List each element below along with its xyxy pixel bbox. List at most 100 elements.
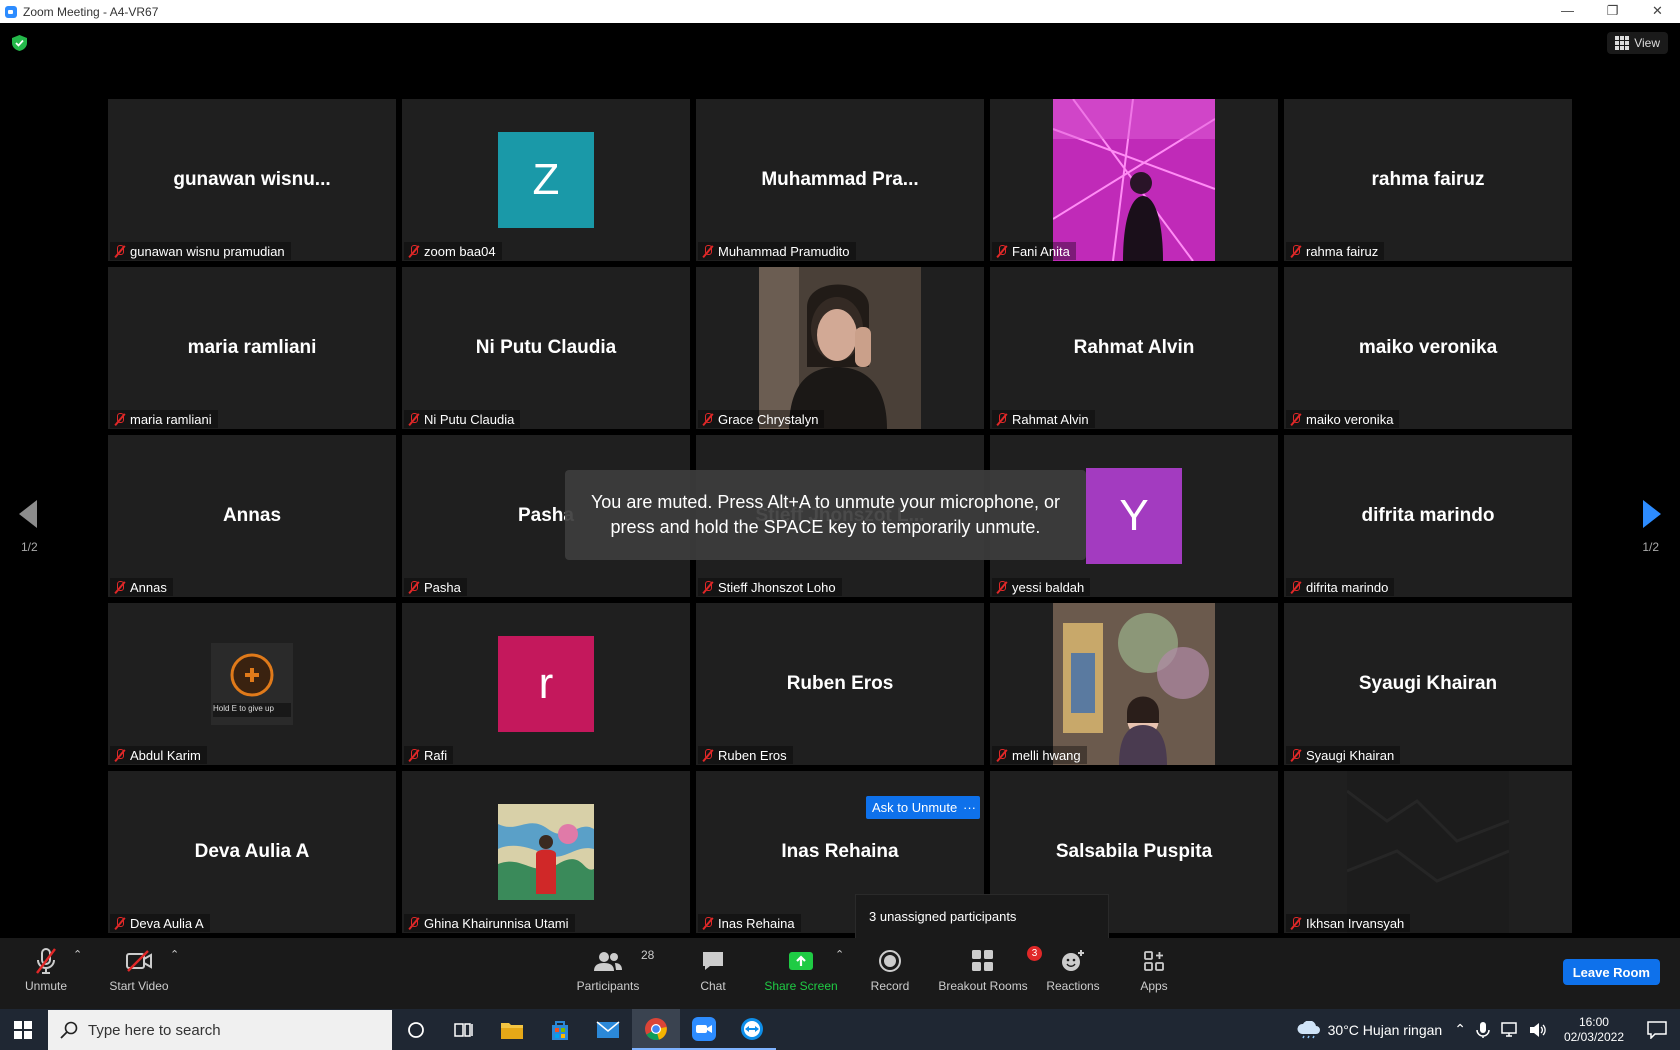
- weather-text[interactable]: 30°C Hujan ringan: [1328, 1022, 1443, 1038]
- unassigned-participants-tooltip[interactable]: 3 unassigned participants: [855, 894, 1109, 948]
- network-icon[interactable]: [1500, 1021, 1520, 1038]
- participant-name-text: Rahmat Alvin: [1012, 411, 1089, 427]
- record-icon: [879, 950, 901, 972]
- participant-name-label: Ni Putu Claudia: [404, 410, 521, 428]
- participant-tile-rafi[interactable]: r Rafi: [402, 603, 690, 765]
- ask-to-unmute-button[interactable]: Ask to Unmute: [866, 796, 964, 819]
- zoom-app-icon: [5, 5, 17, 18]
- encryption-shield-icon[interactable]: [12, 35, 27, 51]
- share-options-caret-icon[interactable]: ⌃: [835, 948, 844, 961]
- participant-tile-muhammad-pramudito[interactable]: Muhammad Pra... Muhammad Pramudito: [696, 99, 984, 261]
- participant-tile-syaugi-khairan[interactable]: Syaugi Khairan Syaugi Khairan: [1284, 603, 1572, 765]
- participant-name-label: yessi baldah: [992, 578, 1091, 596]
- muted-notification-text: You are muted. Press Alt+A to unmute you…: [590, 492, 1061, 537]
- participant-tile-rahmat-alvin[interactable]: Rahmat Alvin Rahmat Alvin: [990, 267, 1278, 429]
- participant-video: [759, 267, 921, 429]
- minimize-button[interactable]: —: [1545, 0, 1590, 23]
- share-screen-button[interactable]: Share Screen: [764, 946, 838, 993]
- taskbar-search-box[interactable]: Type here to search: [48, 1010, 392, 1050]
- taskbar-clock[interactable]: 16:00 02/03/2022: [1554, 1015, 1634, 1045]
- chat-icon: [703, 952, 723, 970]
- unassigned-text: 3 unassigned participants: [869, 909, 1017, 924]
- participant-name-label: Abdul Karim: [110, 746, 207, 764]
- participant-tile-grace-chrystalyn[interactable]: Grace Chrystalyn: [696, 267, 984, 429]
- participant-tile-gunawan-wisnu-pramudian[interactable]: gunawan wisnu... gunawan wisnu pramudian: [108, 99, 396, 261]
- teamviewer-button[interactable]: [728, 1009, 776, 1050]
- participant-tile-ruben-eros[interactable]: Ruben Eros Ruben Eros: [696, 603, 984, 765]
- windows-start-button[interactable]: [0, 1009, 46, 1050]
- participant-tile-maria-ramliani[interactable]: maria ramliani maria ramliani: [108, 267, 396, 429]
- microphone-icon[interactable]: [1476, 1021, 1490, 1039]
- muted-mic-icon: [996, 748, 1008, 762]
- start-video-button[interactable]: Start Video: [106, 946, 172, 993]
- cortana-button[interactable]: [392, 1009, 440, 1050]
- muted-mic-icon: [1290, 580, 1302, 594]
- muted-mic-icon: [1290, 244, 1302, 258]
- chrome-button[interactable]: [632, 1009, 680, 1050]
- previous-page-arrow-icon[interactable]: [19, 500, 37, 528]
- zoom-taskbar-button[interactable]: [680, 1009, 728, 1050]
- participant-name-label: Ghina Khairunnisa Utami: [404, 914, 575, 932]
- participant-tile-ikhsan-irvansyah[interactable]: Ikhsan Irvansyah: [1284, 771, 1572, 933]
- unmute-button[interactable]: Unmute: [22, 946, 70, 993]
- volume-icon[interactable]: [1528, 1022, 1548, 1038]
- participants-button[interactable]: 28 Participants: [574, 946, 655, 993]
- file-explorer-button[interactable]: [488, 1009, 536, 1050]
- teamviewer-icon: [741, 1017, 763, 1040]
- video-options-caret-icon[interactable]: ⌃: [170, 948, 179, 961]
- mail-button[interactable]: [584, 1009, 632, 1050]
- participant-name-label: maria ramliani: [110, 410, 218, 428]
- apps-button[interactable]: Apps: [1140, 946, 1168, 993]
- tray-expand-icon[interactable]: ⌃: [1454, 1021, 1466, 1038]
- restore-button[interactable]: ❐: [1590, 0, 1635, 23]
- participant-tile-annas[interactable]: Annas Annas: [108, 435, 396, 597]
- breakout-rooms-badge: 3: [1027, 946, 1042, 961]
- participant-tile-fani-anita[interactable]: Fani Anita: [990, 99, 1278, 261]
- participant-tile-ni-putu-claudia[interactable]: Ni Putu Claudia Ni Putu Claudia: [402, 267, 690, 429]
- participant-avatar: Y: [1086, 468, 1182, 564]
- participant-tile-ghina-khairunnisa-utami[interactable]: Ghina Khairunnisa Utami: [402, 771, 690, 933]
- participant-tile-rahma-fairuz[interactable]: rahma fairuz rahma fairuz: [1284, 99, 1572, 261]
- participant-tile-abdul-karim[interactable]: Hold E to give up Abdul Karim: [108, 603, 396, 765]
- participant-tile-maiko-veronika[interactable]: maiko veronika maiko veronika: [1284, 267, 1572, 429]
- participant-name-text: Ghina Khairunnisa Utami: [424, 915, 569, 931]
- microsoft-store-button[interactable]: [536, 1009, 584, 1050]
- breakout-rooms-button[interactable]: 3 Breakout Rooms: [938, 946, 1042, 993]
- participant-tile-melli-hwang[interactable]: melli hwang: [990, 603, 1278, 765]
- cloud-rain-icon[interactable]: [1296, 1020, 1322, 1039]
- participant-name-text: difrita marindo: [1306, 579, 1389, 595]
- muted-mic-icon: [702, 916, 714, 930]
- participant-tile-zoom-baa04[interactable]: Zzoom baa04: [402, 99, 690, 261]
- participant-tile-deva-aulia-a[interactable]: Deva Aulia A Deva Aulia A: [108, 771, 396, 933]
- muted-mic-icon: [1290, 748, 1302, 762]
- system-tray: 30°C Hujan ringan ⌃ 16:00 02/03/2022: [1296, 1009, 1680, 1050]
- next-page-arrow-icon[interactable]: [1643, 500, 1661, 528]
- muted-mic-icon: [408, 244, 420, 258]
- leave-room-button[interactable]: Leave Room: [1562, 959, 1660, 985]
- breakout-rooms-icon: [972, 950, 993, 971]
- mail-icon: [596, 1020, 620, 1038]
- notifications-button[interactable]: [1634, 1020, 1680, 1039]
- store-icon: [552, 1020, 568, 1040]
- participant-name-text: yessi baldah: [1012, 579, 1085, 595]
- participant-display-name: Ni Putu Claudia: [475, 337, 617, 358]
- close-button[interactable]: ✕: [1635, 0, 1680, 23]
- participant-display-name: Salsabila Puspita: [1055, 841, 1213, 862]
- view-button[interactable]: View: [1607, 32, 1668, 54]
- chat-button[interactable]: Chat: [697, 946, 729, 993]
- muted-mic-icon: [114, 916, 126, 930]
- task-view-button[interactable]: [440, 1009, 488, 1050]
- participant-name-text: melli hwang: [1012, 747, 1081, 763]
- participant-tile-difrita-marindo[interactable]: difrita marindo difrita marindo: [1284, 435, 1572, 597]
- participant-name-text: Grace Chrystalyn: [718, 411, 819, 427]
- record-button[interactable]: Record: [870, 946, 910, 993]
- participant-name-label: Annas: [110, 578, 173, 596]
- reactions-button[interactable]: Reactions: [1045, 946, 1101, 993]
- game-overlay-text: Hold E to give up: [213, 704, 274, 713]
- participant-display-name: Syaugi Khairan: [1358, 673, 1498, 694]
- participant-name-label: Stieff Jhonszot Loho: [698, 578, 842, 596]
- audio-options-caret-icon[interactable]: ⌃: [73, 948, 82, 961]
- participant-display-name: rahma fairuz: [1371, 169, 1485, 190]
- participant-display-name: Rahmat Alvin: [1073, 337, 1195, 358]
- tile-more-button[interactable]: ···: [959, 796, 980, 819]
